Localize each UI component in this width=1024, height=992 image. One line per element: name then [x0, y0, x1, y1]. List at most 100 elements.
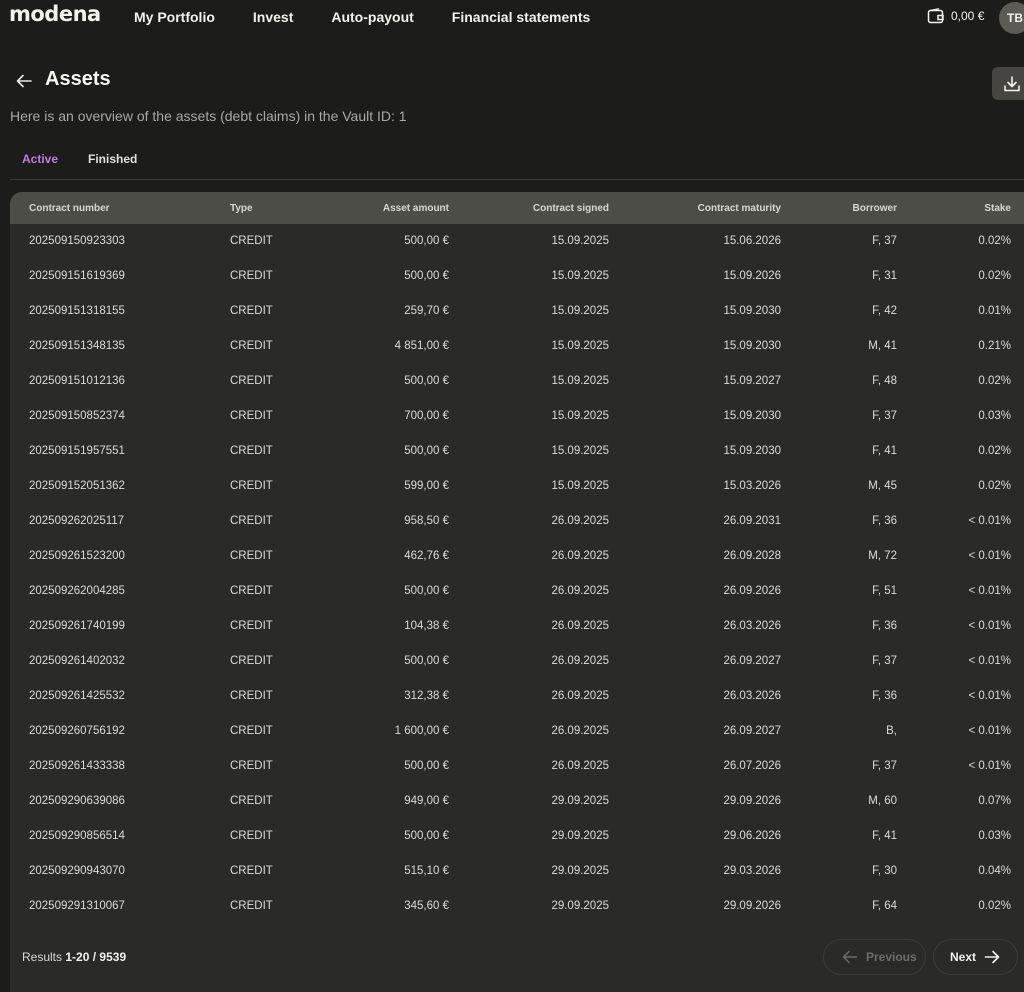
- table-row[interactable]: 202509260756192 CREDIT 1 600,00 € 26.09.202…: [10, 714, 1024, 749]
- cell-type: CREDIT: [230, 515, 273, 527]
- previous-label: Previous: [866, 950, 917, 964]
- cell-type: CREDIT: [230, 235, 273, 247]
- cell-asset-amount: 515,10 €: [404, 865, 449, 877]
- table-row[interactable]: 202509291310067 CREDIT 345,60 € 29.09.2025 2…: [10, 889, 1024, 924]
- download-icon: [1004, 75, 1020, 91]
- cell-asset-amount: 312,38 €: [404, 690, 449, 702]
- cell-asset-amount: 500,00 €: [404, 830, 449, 842]
- cell-contract-maturity: 26.09.2026: [723, 585, 781, 597]
- cell-contract-signed: 15.09.2025: [551, 410, 609, 422]
- cell-type: CREDIT: [230, 795, 273, 807]
- cell-asset-amount: 500,00 €: [404, 445, 449, 457]
- header-type[interactable]: Type: [230, 203, 253, 214]
- wallet-balance[interactable]: 0,00 €: [927, 8, 984, 24]
- cell-contract-maturity: 26.09.2031: [723, 515, 781, 527]
- table-row[interactable]: 202509261523200 CREDIT 462,76 € 26.09.2025 2…: [10, 539, 1024, 574]
- cell-asset-amount: 104,38 €: [404, 620, 449, 632]
- cell-contract-number: 202509152051362: [29, 480, 125, 492]
- cell-borrower: B,: [886, 725, 897, 737]
- cell-asset-amount: 500,00 €: [404, 760, 449, 772]
- cell-borrower: F, 31: [872, 270, 897, 282]
- cell-type: CREDIT: [230, 270, 273, 282]
- table-row[interactable]: 202509152051362 CREDIT 599,00 € 15.09.2025 1…: [10, 469, 1024, 504]
- cell-stake: < 0.01%: [968, 725, 1011, 737]
- table-row[interactable]: 202509150923303 CREDIT 500,00 € 15.09.2025 1…: [10, 224, 1024, 259]
- cell-contract-number: 202509150923303: [29, 235, 125, 247]
- tab-active[interactable]: Active: [22, 152, 58, 166]
- cell-borrower: F, 41: [872, 445, 897, 457]
- table-row[interactable]: 202509290639086 CREDIT 949,00 € 29.09.2025 2…: [10, 784, 1024, 819]
- cell-contract-maturity: 29.09.2026: [723, 795, 781, 807]
- table-row[interactable]: 202509290943070 CREDIT 515,10 € 29.09.2025 2…: [10, 854, 1024, 889]
- cell-contract-signed: 26.09.2025: [551, 515, 609, 527]
- cell-asset-amount: 4 851,00 €: [394, 340, 449, 352]
- nav-invest[interactable]: Invest: [253, 9, 293, 25]
- cell-contract-maturity: 29.03.2026: [723, 865, 781, 877]
- header-stake[interactable]: Stake: [984, 203, 1011, 214]
- cell-asset-amount: 958,50 €: [404, 515, 449, 527]
- cell-contract-number: 202509291310067: [29, 900, 125, 912]
- header-contract-number[interactable]: Contract number: [29, 203, 110, 214]
- table-row[interactable]: 202509290856514 CREDIT 500,00 € 29.09.2025 2…: [10, 819, 1024, 854]
- table-row[interactable]: 202509261425532 CREDIT 312,38 € 26.09.2025 2…: [10, 679, 1024, 714]
- user-avatar[interactable]: TB: [999, 2, 1024, 34]
- cell-contract-number: 202509151318155: [29, 305, 125, 317]
- table-row[interactable]: 202509151318155 CREDIT 259,70 € 15.09.2025 1…: [10, 294, 1024, 329]
- table-row[interactable]: 202509262004285 CREDIT 500,00 € 26.09.2025 2…: [10, 574, 1024, 609]
- cell-stake: < 0.01%: [968, 585, 1011, 597]
- cell-stake: 0.01%: [978, 305, 1011, 317]
- tab-finished[interactable]: Finished: [88, 152, 137, 166]
- nav-financial-statements[interactable]: Financial statements: [452, 9, 591, 25]
- cell-contract-signed: 29.09.2025: [551, 900, 609, 912]
- previous-page-button[interactable]: Previous: [823, 939, 926, 975]
- back-arrow-icon[interactable]: [14, 71, 34, 91]
- cell-borrower: M, 41: [868, 340, 897, 352]
- arrow-left-icon: [842, 950, 858, 964]
- cell-borrower: M, 60: [868, 795, 897, 807]
- table-row[interactable]: 202509261433338 CREDIT 500,00 € 26.09.2025 2…: [10, 749, 1024, 784]
- cell-type: CREDIT: [230, 620, 273, 632]
- cell-borrower: F, 36: [872, 690, 897, 702]
- table-header-row: Contract number Type Asset amount Contra…: [10, 192, 1024, 224]
- cell-asset-amount: 949,00 €: [404, 795, 449, 807]
- table-row[interactable]: 202509151012136 CREDIT 500,00 € 15.09.2025 1…: [10, 364, 1024, 399]
- header-borrower[interactable]: Borrower: [853, 203, 897, 214]
- wallet-icon: [927, 8, 944, 24]
- cell-borrower: F, 36: [872, 620, 897, 632]
- cell-stake: < 0.01%: [968, 655, 1011, 667]
- next-page-button[interactable]: Next: [933, 939, 1018, 975]
- table-row[interactable]: 202509151957551 CREDIT 500,00 € 15.09.2025 1…: [10, 434, 1024, 469]
- cell-contract-maturity: 15.09.2026: [723, 270, 781, 282]
- header-contract-signed[interactable]: Contract signed: [533, 203, 609, 214]
- cell-type: CREDIT: [230, 480, 273, 492]
- cell-borrower: F, 37: [872, 655, 897, 667]
- header-contract-maturity[interactable]: Contract maturity: [698, 203, 781, 214]
- cell-contract-signed: 15.09.2025: [551, 340, 609, 352]
- modena-logo[interactable]: modena: [9, 2, 101, 26]
- cell-borrower: F, 51: [872, 585, 897, 597]
- table-row[interactable]: 202509261740199 CREDIT 104,38 € 26.09.2025 2…: [10, 609, 1024, 644]
- cell-stake: < 0.01%: [968, 620, 1011, 632]
- wallet-balance-amount: 0,00 €: [951, 9, 985, 23]
- header-asset-amount[interactable]: Asset amount: [383, 203, 449, 214]
- nav-auto-payout[interactable]: Auto-payout: [331, 9, 413, 25]
- table-row[interactable]: 202509262025117 CREDIT 958,50 € 26.09.2025 2…: [10, 504, 1024, 539]
- cell-contract-maturity: 15.03.2026: [723, 480, 781, 492]
- cell-contract-number: 202509262025117: [29, 515, 125, 527]
- download-button[interactable]: [992, 67, 1024, 100]
- table-row[interactable]: 202509150852374 CREDIT 700,00 € 15.09.2025 1…: [10, 399, 1024, 434]
- nav-my-portfolio[interactable]: My Portfolio: [134, 9, 215, 25]
- cell-contract-number: 202509151012136: [29, 375, 125, 387]
- cell-stake: 0.02%: [978, 270, 1011, 282]
- cell-contract-maturity: 26.07.2026: [723, 760, 781, 772]
- cell-contract-maturity: 29.06.2026: [723, 830, 781, 842]
- table-row[interactable]: 202509261402032 CREDIT 500,00 € 26.09.2025 2…: [10, 644, 1024, 679]
- cell-borrower: F, 30: [872, 865, 897, 877]
- cell-asset-amount: 500,00 €: [404, 655, 449, 667]
- table-row[interactable]: 202509151619369 CREDIT 500,00 € 15.09.2025 1…: [10, 259, 1024, 294]
- cell-stake: 0.07%: [978, 795, 1011, 807]
- cell-type: CREDIT: [230, 865, 273, 877]
- cell-contract-maturity: 15.09.2030: [723, 445, 781, 457]
- cell-borrower: F, 37: [872, 235, 897, 247]
- table-row[interactable]: 202509151348135 CREDIT 4 851,00 € 15.09.202…: [10, 329, 1024, 364]
